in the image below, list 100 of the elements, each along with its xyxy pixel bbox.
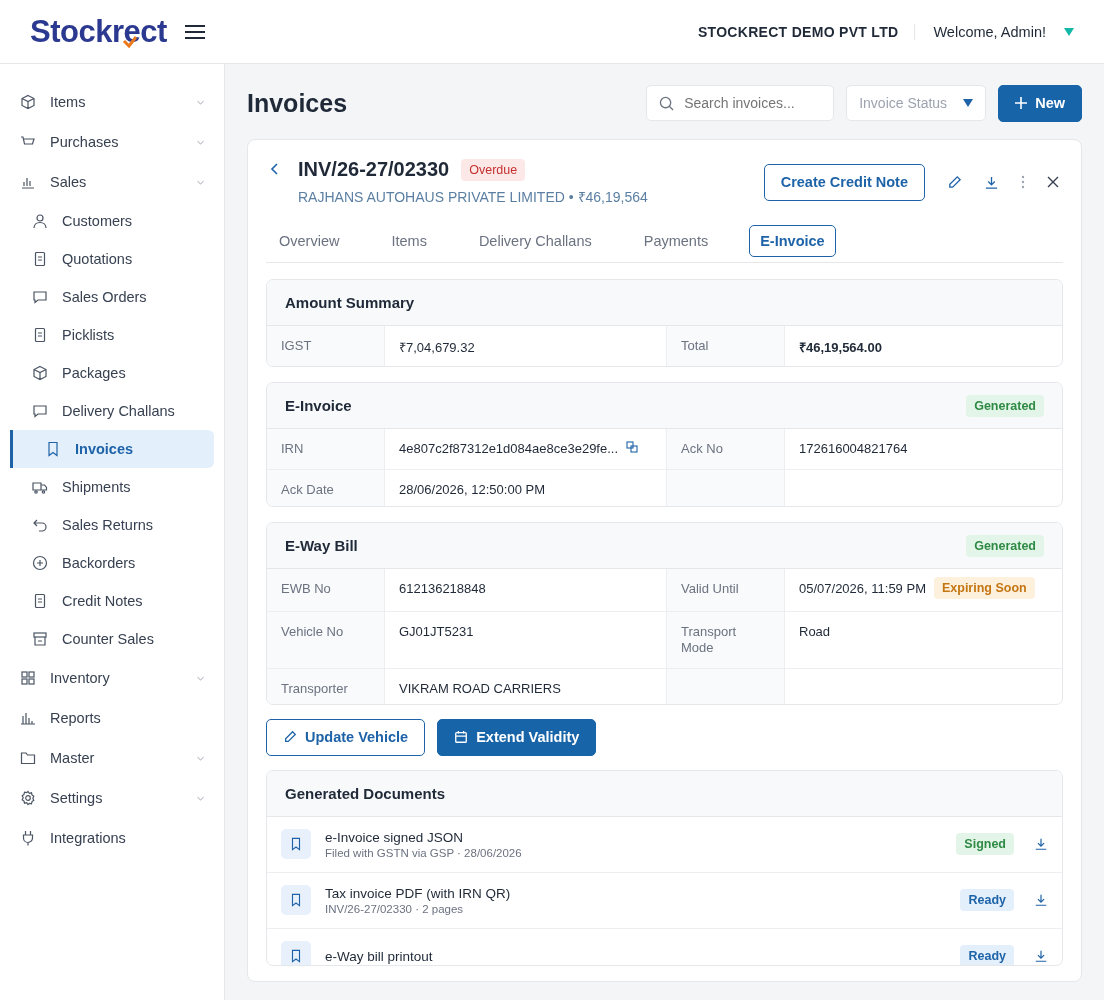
field-value: 05/07/2026, 11:59 PM bbox=[799, 581, 926, 597]
truck-icon bbox=[32, 479, 48, 495]
search-icon bbox=[659, 96, 675, 111]
plus-icon bbox=[1015, 97, 1028, 109]
tab[interactable]: Overview bbox=[268, 225, 351, 257]
status-badge: Generated bbox=[966, 394, 1044, 417]
chat-icon bbox=[32, 403, 48, 419]
sidebar-item[interactable]: Backorders bbox=[10, 544, 214, 582]
status-badge: Generated bbox=[966, 534, 1044, 557]
bookmark-icon bbox=[45, 441, 61, 457]
document-name: Tax invoice PDF (with IRN QR) bbox=[325, 886, 511, 901]
new-button[interactable]: New bbox=[998, 84, 1082, 122]
field-label: Total bbox=[667, 326, 785, 366]
download-icon[interactable] bbox=[1034, 893, 1048, 908]
field-value: GJ01JT5231 bbox=[399, 624, 474, 640]
folder-icon bbox=[20, 750, 36, 766]
sidebar-item[interactable]: Credit Notes bbox=[10, 582, 214, 620]
sidebar-item[interactable]: Packages bbox=[10, 354, 214, 392]
field-value: 612136218848 bbox=[399, 581, 486, 597]
document-detail: Filed with GSTN via GSP · 28/06/2026 bbox=[325, 847, 522, 859]
sidebar-item[interactable]: Delivery Challans bbox=[10, 392, 214, 430]
field-label: IRN bbox=[267, 429, 385, 469]
logo: Stockrect bbox=[30, 13, 167, 50]
section-title: Amount Summary bbox=[285, 294, 415, 311]
cube-icon bbox=[32, 365, 48, 381]
plus-circle-icon bbox=[32, 555, 48, 571]
sidebar-item[interactable]: Picklists bbox=[10, 316, 214, 354]
field-label: Valid Until bbox=[667, 569, 785, 612]
document-icon bbox=[32, 327, 48, 343]
sidebar-item[interactable]: Invoices bbox=[10, 430, 214, 468]
field-value: ₹7,04,679.32 bbox=[399, 339, 475, 356]
field-value: ₹46,19,564.00 bbox=[799, 339, 882, 356]
page-title: Invoices bbox=[247, 88, 348, 118]
sidebar-item[interactable]: Items bbox=[10, 82, 214, 122]
edit-icon[interactable] bbox=[947, 174, 962, 190]
sidebar-item[interactable]: Integrations bbox=[10, 818, 214, 858]
back-icon[interactable] bbox=[270, 163, 278, 175]
grid-icon bbox=[20, 670, 36, 686]
sidebar-item[interactable]: Counter Sales bbox=[10, 620, 214, 658]
field-label: Transport Mode bbox=[667, 612, 785, 668]
calendar-icon bbox=[454, 730, 469, 745]
sidebar-item[interactable]: Settings bbox=[10, 778, 214, 818]
person-icon bbox=[32, 213, 48, 229]
create-credit-note-button[interactable]: Create Credit Note bbox=[763, 163, 925, 201]
undo-icon bbox=[32, 517, 48, 533]
field-value: VIKRAM ROAD CARRIERS bbox=[399, 680, 561, 696]
download-icon[interactable] bbox=[1034, 837, 1048, 852]
field-value: 172616004821764 bbox=[799, 441, 908, 456]
store-icon bbox=[32, 631, 48, 647]
pencil-icon bbox=[283, 730, 297, 745]
field-label: Transporter bbox=[267, 668, 385, 704]
extend-validity-button[interactable]: Extend Validity bbox=[437, 719, 597, 756]
close-icon[interactable] bbox=[1047, 176, 1059, 188]
company-name: STOCKRECT DEMO PVT LTD bbox=[697, 23, 916, 40]
sidebar-item[interactable]: Reports bbox=[10, 698, 214, 738]
status-badge: Ready bbox=[960, 889, 1014, 912]
invoice-number: INV/26-27/02330 bbox=[298, 158, 450, 181]
caret-icon bbox=[963, 99, 974, 107]
field-label: Vehicle No bbox=[267, 612, 385, 668]
update-vehicle-button[interactable]: Update Vehicle bbox=[266, 719, 426, 756]
user-menu[interactable]: Welcome, Admin! bbox=[933, 23, 1046, 40]
sidebar-item[interactable]: Master bbox=[10, 738, 214, 778]
search-field[interactable]: Search invoices... bbox=[646, 85, 835, 121]
document-icon bbox=[32, 593, 48, 609]
tab[interactable]: Payments bbox=[632, 225, 720, 257]
download-icon[interactable] bbox=[984, 174, 999, 190]
document-detail: INV/26-27/02330 · 2 pages bbox=[325, 903, 465, 915]
field-value: Road bbox=[799, 624, 831, 640]
field-label: EWB No bbox=[267, 569, 385, 612]
sidebar-item[interactable]: Customers bbox=[10, 202, 214, 240]
sidebar-item[interactable]: Purchases bbox=[10, 122, 214, 162]
sidebar-item[interactable]: Sales Orders bbox=[10, 278, 214, 316]
tab[interactable]: Delivery Challans bbox=[467, 225, 603, 257]
menu-icon[interactable] bbox=[184, 24, 205, 39]
chat-icon bbox=[32, 289, 48, 305]
field-label: IGST bbox=[267, 326, 385, 366]
column-chart-icon bbox=[20, 710, 36, 726]
copy-icon[interactable] bbox=[626, 441, 639, 453]
sidebar-item[interactable]: Sales bbox=[10, 162, 214, 202]
section-title: E-Invoice bbox=[285, 397, 352, 414]
plug-icon bbox=[20, 830, 36, 846]
status-badge: Ready bbox=[960, 945, 1014, 965]
status-badge: Expiring Soon bbox=[933, 577, 1035, 600]
box-icon bbox=[20, 94, 36, 110]
bookmark-icon bbox=[281, 941, 311, 965]
customer-summary: RAJHANS AUTOHAUS PRIVATE LIMITED • ₹46,19,564 bbox=[298, 188, 648, 206]
gear-icon bbox=[20, 790, 36, 806]
tab[interactable]: E-Invoice bbox=[749, 225, 836, 257]
document-icon bbox=[32, 251, 48, 267]
sidebar-item[interactable]: Shipments bbox=[10, 468, 214, 506]
document-name: e-Invoice signed JSON bbox=[325, 830, 465, 845]
field-value: 4e807c2f87312e1d084ae8ce3e29fe... bbox=[399, 441, 619, 456]
field-label: Ack Date bbox=[267, 469, 385, 507]
field-label: Ack No bbox=[667, 429, 785, 469]
download-icon[interactable] bbox=[1034, 949, 1048, 964]
sidebar-item[interactable]: Inventory bbox=[10, 658, 214, 698]
sidebar-item[interactable]: Sales Returns bbox=[10, 506, 214, 544]
tab[interactable]: Items bbox=[380, 225, 438, 257]
section-title: E-Way Bill bbox=[285, 537, 358, 555]
sidebar-item[interactable]: Quotations bbox=[10, 240, 214, 278]
